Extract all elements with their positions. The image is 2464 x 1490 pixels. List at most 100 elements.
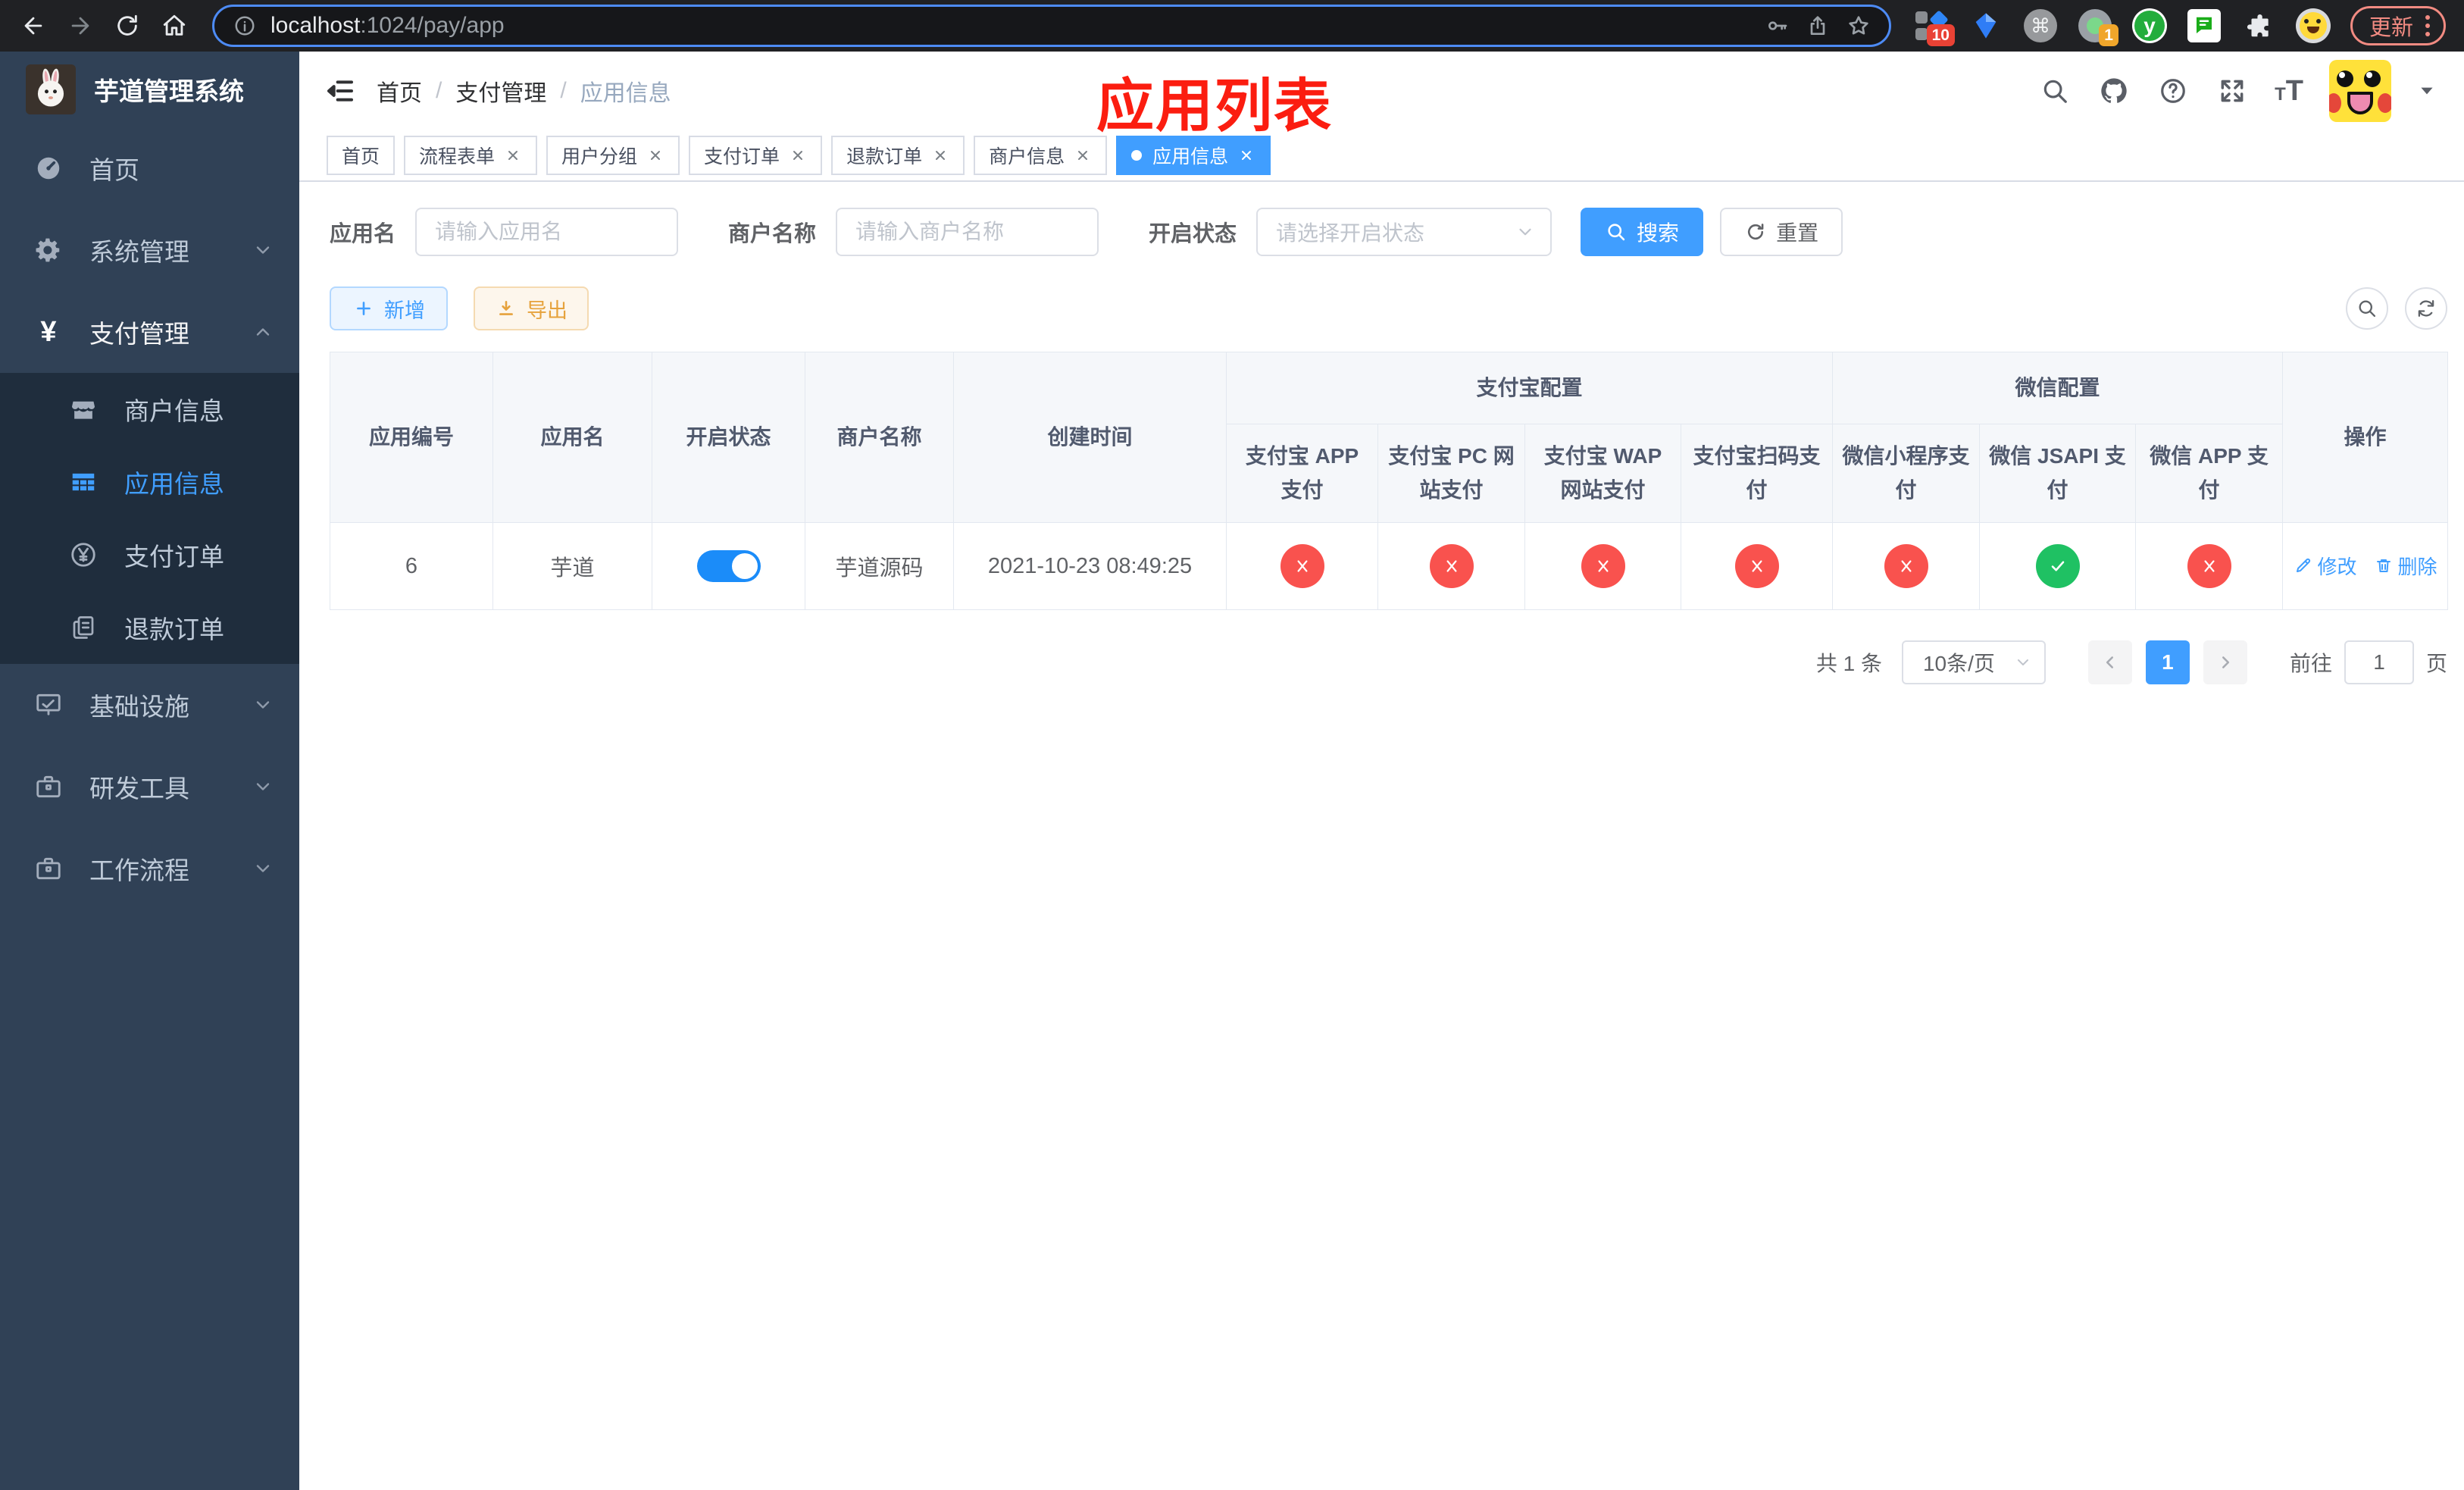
extension-chat-icon[interactable] [2187, 8, 2222, 43]
search-icon [1605, 221, 1628, 243]
download-icon [495, 297, 518, 320]
chevron-down-icon [249, 776, 277, 797]
tab-home[interactable]: 首页 [327, 136, 396, 175]
status-label: 开启状态 [1149, 222, 1237, 246]
browser-forward-button[interactable] [61, 6, 100, 45]
search-icon[interactable] [2038, 74, 2072, 108]
browser-back-button[interactable] [14, 6, 53, 45]
close-icon[interactable] [789, 146, 807, 164]
edit-button[interactable]: 修改 [2294, 552, 2357, 580]
tab-merchant-info[interactable]: 商户信息 [974, 136, 1108, 175]
plus-icon [352, 297, 375, 320]
goto-page-input[interactable] [2344, 640, 2414, 684]
sidebar-item-app-info[interactable]: 应用信息 [0, 446, 299, 518]
document-copy-icon [67, 611, 100, 644]
tab-pay-orders[interactable]: 支付订单 [689, 136, 823, 175]
cell-app-id: 6 [330, 522, 493, 610]
annotation-title: 应用列表 [1096, 74, 1333, 139]
next-page-button[interactable] [2203, 640, 2247, 684]
browser-menu-update-button[interactable]: 更新 [2350, 6, 2446, 45]
grid-table-icon [67, 465, 100, 499]
sidebar-item-payment[interactable]: ¥ 支付管理 [0, 291, 299, 373]
help-icon[interactable] [2156, 74, 2190, 108]
col-actions: 操作 [2282, 352, 2449, 523]
bookmark-star-icon[interactable] [1843, 11, 1874, 41]
extension-blue-diamond-icon[interactable]: 10 [1914, 8, 1955, 46]
sidebar-item-home[interactable]: 首页 [0, 127, 299, 209]
channel-status-icon [1884, 544, 1928, 588]
prev-page-button[interactable] [2087, 640, 2132, 684]
app-name-input[interactable] [415, 208, 679, 256]
user-avatar[interactable] [2329, 60, 2391, 122]
sidebar-item-dev-tools[interactable]: 研发工具 [0, 746, 299, 828]
sidebar-item-infrastructure[interactable]: 基础设施 [0, 664, 299, 746]
fullscreen-icon[interactable] [2215, 74, 2249, 108]
browser-toolbar: localhost:1024/pay/app 10 ⌘ 1 y 更新 [0, 0, 2464, 52]
browser-profile-avatar[interactable] [2295, 8, 2331, 43]
table-row: 6 芋道 芋道源码 2021-10-23 08:49:25 修改 删除 [330, 522, 2449, 610]
extension-camera-icon[interactable]: 1 [2078, 8, 2118, 46]
add-button[interactable]: 新增 [330, 286, 448, 330]
tab-user-group[interactable]: 用户分组 [546, 136, 680, 175]
refresh-table-button[interactable] [2405, 287, 2447, 330]
close-icon[interactable] [646, 146, 664, 164]
tab-process-form[interactable]: 流程表单 [404, 136, 538, 175]
sidebar-item-pay-orders[interactable]: 支付订单 [0, 518, 299, 591]
chevron-down-icon [249, 858, 277, 879]
toggle-search-button[interactable] [2346, 287, 2388, 330]
browser-reload-button[interactable] [108, 6, 147, 45]
briefcase-icon [32, 770, 65, 803]
enabled-toggle[interactable] [696, 550, 761, 582]
merchant-name-input[interactable] [836, 208, 1099, 256]
chevron-down-icon [249, 239, 277, 261]
sidebar-item-system[interactable]: 系统管理 [0, 209, 299, 291]
page-number-button[interactable]: 1 [2145, 640, 2190, 684]
extension-kite-icon[interactable] [1968, 8, 2003, 43]
status-select[interactable]: 请选择开启状态 [1256, 208, 1553, 256]
avatar-caret-icon[interactable] [2417, 81, 2437, 101]
password-key-icon[interactable] [1762, 11, 1792, 41]
sidebar-item-label: 退款订单 [124, 615, 224, 643]
close-icon[interactable] [931, 146, 949, 164]
sidebar-logo: 芋道管理系统 [0, 52, 299, 127]
sidebar-item-label: 研发工具 [89, 775, 189, 803]
breadcrumb-home[interactable]: 首页 [377, 74, 422, 108]
share-icon[interactable] [1803, 11, 1833, 41]
col-channel: 支付宝扫码支付 [1680, 424, 1834, 523]
extension-yudao-icon[interactable]: y [2131, 8, 2167, 43]
cell-created: 2021-10-23 08:49:25 [953, 522, 1227, 610]
close-icon[interactable] [1074, 146, 1092, 164]
url-bar[interactable]: localhost:1024/pay/app [212, 5, 1891, 47]
cell-status [652, 522, 805, 610]
sidebar-collapse-icon[interactable] [322, 73, 358, 109]
tab-refund-orders[interactable]: 退款订单 [831, 136, 965, 175]
close-icon[interactable] [1237, 146, 1255, 164]
extension-command-icon[interactable]: ⌘ [2023, 8, 2058, 43]
sidebar-item-refund-orders[interactable]: 退款订单 [0, 591, 299, 664]
font-size-icon[interactable]: TT [2275, 75, 2303, 108]
sidebar: 芋道管理系统 首页 系统管理 ¥ 支付管理 商户信息 应用信息 支付订单 退款订… [0, 52, 299, 1490]
github-icon[interactable] [2097, 74, 2131, 108]
sidebar-item-merchant-info[interactable]: 商户信息 [0, 373, 299, 446]
breadcrumb-payment[interactable]: 支付管理 [455, 74, 546, 108]
delete-button[interactable]: 删除 [2374, 552, 2437, 580]
trash-icon [2374, 556, 2394, 575]
sidebar-item-label: 商户信息 [124, 397, 224, 425]
refresh-icon [1744, 221, 1767, 243]
briefcase-icon [32, 852, 65, 885]
reset-button[interactable]: 重置 [1720, 208, 1843, 256]
page-size-select[interactable]: 10条/页 [1901, 640, 2046, 684]
col-group-alipay: 支付宝配置 [1225, 352, 1834, 424]
kebab-menu-icon [2425, 15, 2430, 36]
channel-status-icon [1581, 544, 1625, 588]
sidebar-item-workflow[interactable]: 工作流程 [0, 828, 299, 909]
app-name-label: 应用名 [330, 222, 396, 246]
export-button[interactable]: 导出 [474, 286, 589, 330]
browser-home-button[interactable] [155, 6, 194, 45]
site-info-icon[interactable] [230, 11, 260, 41]
extensions-puzzle-icon[interactable] [2241, 8, 2276, 43]
close-icon[interactable] [504, 146, 522, 164]
goto-unit: 页 [2425, 652, 2447, 675]
chevron-down-icon [1515, 222, 1535, 242]
search-button[interactable]: 搜索 [1581, 208, 1704, 256]
